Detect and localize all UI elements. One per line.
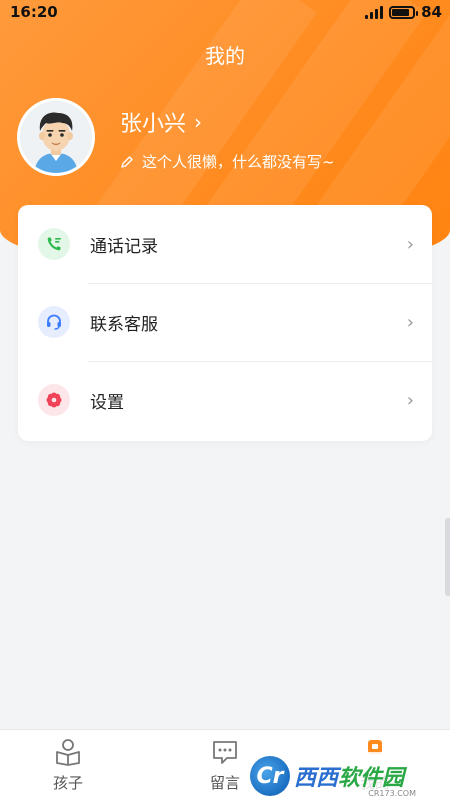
menu-item-customer-service[interactable]: 联系客服 › (18, 283, 432, 361)
battery-level: 84 (421, 3, 442, 21)
chevron-right-icon: › (406, 389, 414, 411)
menu-item-label: 联系客服 (90, 314, 158, 335)
status-bar: 16:20 84 (0, 0, 450, 26)
signature-row[interactable]: 这个人很懒，什么都没有写~ (120, 151, 335, 172)
avatar[interactable] (17, 98, 95, 176)
watermark-text-b: 软件园 (338, 766, 405, 791)
child-reading-icon (56, 739, 80, 766)
side-edge-handle[interactable] (445, 518, 450, 596)
watermark-subtext: CR173.COM (368, 789, 416, 798)
headset-icon (38, 306, 70, 338)
tab-child[interactable]: 孩子 (23, 730, 113, 800)
chevron-right-icon: › (406, 233, 414, 255)
chevron-right-icon: › (406, 311, 414, 333)
user-name-link[interactable]: 张小兴 › (120, 106, 202, 138)
menu-item-label: 设置 (90, 392, 124, 413)
signature-text: 这个人很懒，什么都没有写~ (142, 153, 335, 171)
menu-item-settings[interactable]: 设置 › (18, 361, 432, 439)
menu-item-call-log[interactable]: 通话记录 › (18, 205, 432, 283)
watermark-text-a: 西西 (294, 766, 339, 791)
page-title: 我的 (205, 44, 245, 68)
phone-log-icon (38, 228, 70, 260)
watermark-logo: Cr 西西软件园 CR173.COM (250, 752, 450, 800)
chevron-right-icon: › (194, 110, 203, 134)
tab-label: 孩子 (52, 774, 83, 792)
status-indicators: 84 (365, 3, 442, 21)
user-name: 张小兴 (120, 112, 187, 137)
avatar-icon (34, 112, 78, 173)
gear-flower-icon (38, 384, 70, 416)
signal-icon (365, 5, 384, 19)
battery-icon (389, 5, 419, 19)
message-icon (213, 741, 237, 764)
menu-card: 通话记录 › 联系客服 › 设置 › (18, 205, 432, 441)
menu-item-label: 通话记录 (90, 236, 158, 257)
status-time: 16:20 (10, 3, 58, 21)
pencil-icon (121, 155, 133, 168)
watermark-emblem-icon: Cr (250, 756, 290, 796)
